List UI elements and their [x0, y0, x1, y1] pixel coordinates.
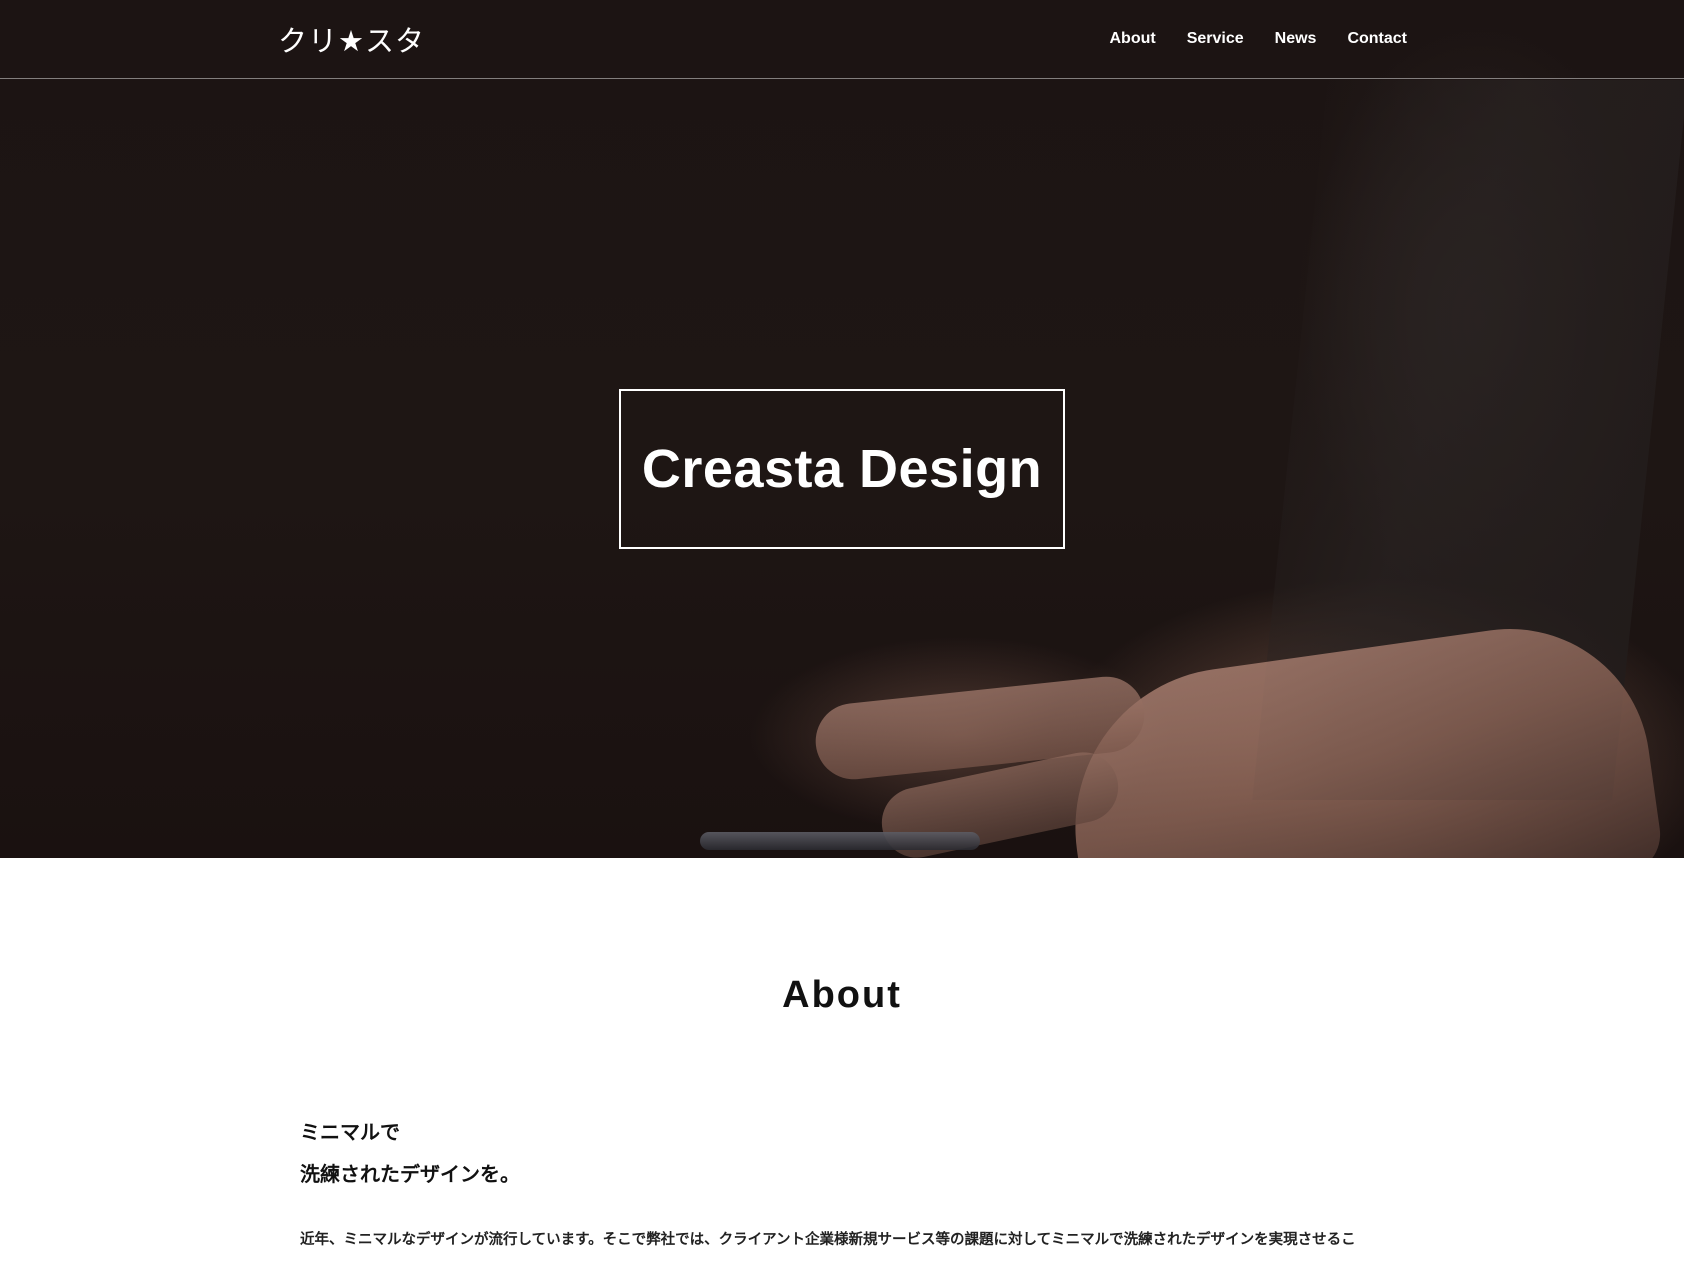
about-catch-line: ミニマルで [300, 1120, 400, 1144]
about-body-text: 近年、ミニマルなデザインが流行しています。そこで弊社では、クライアント企業様新規… [300, 1232, 1356, 1248]
global-nav: About Service News Contact [1110, 30, 1408, 48]
nav-item-contact[interactable]: Contact [1347, 30, 1407, 48]
site-logo[interactable]: クリ★スタ [278, 18, 425, 60]
hero-background-phone [700, 832, 980, 850]
about-heading: About [782, 974, 902, 1016]
hero-title: Creasta Design [641, 439, 1043, 499]
hero-section: クリ★スタ About Service News Contact Creasta… [0, 0, 1684, 858]
about-catch-line: 洗練されたデザインを。 [300, 1162, 520, 1186]
about-catchphrase: ミニマルで 洗練されたデザインを。 [300, 1111, 520, 1195]
hero-title-frame: Creasta Design [619, 389, 1065, 549]
about-section: About ミニマルで 洗練されたデザインを。 近年、ミニマルなデザインが流行し… [0, 858, 1684, 1263]
nav-item-service[interactable]: Service [1187, 30, 1244, 48]
nav-item-news[interactable]: News [1275, 30, 1317, 48]
site-header: クリ★スタ About Service News Contact [0, 0, 1684, 79]
nav-item-about[interactable]: About [1110, 30, 1156, 48]
hero-background-hand [1054, 610, 1666, 858]
